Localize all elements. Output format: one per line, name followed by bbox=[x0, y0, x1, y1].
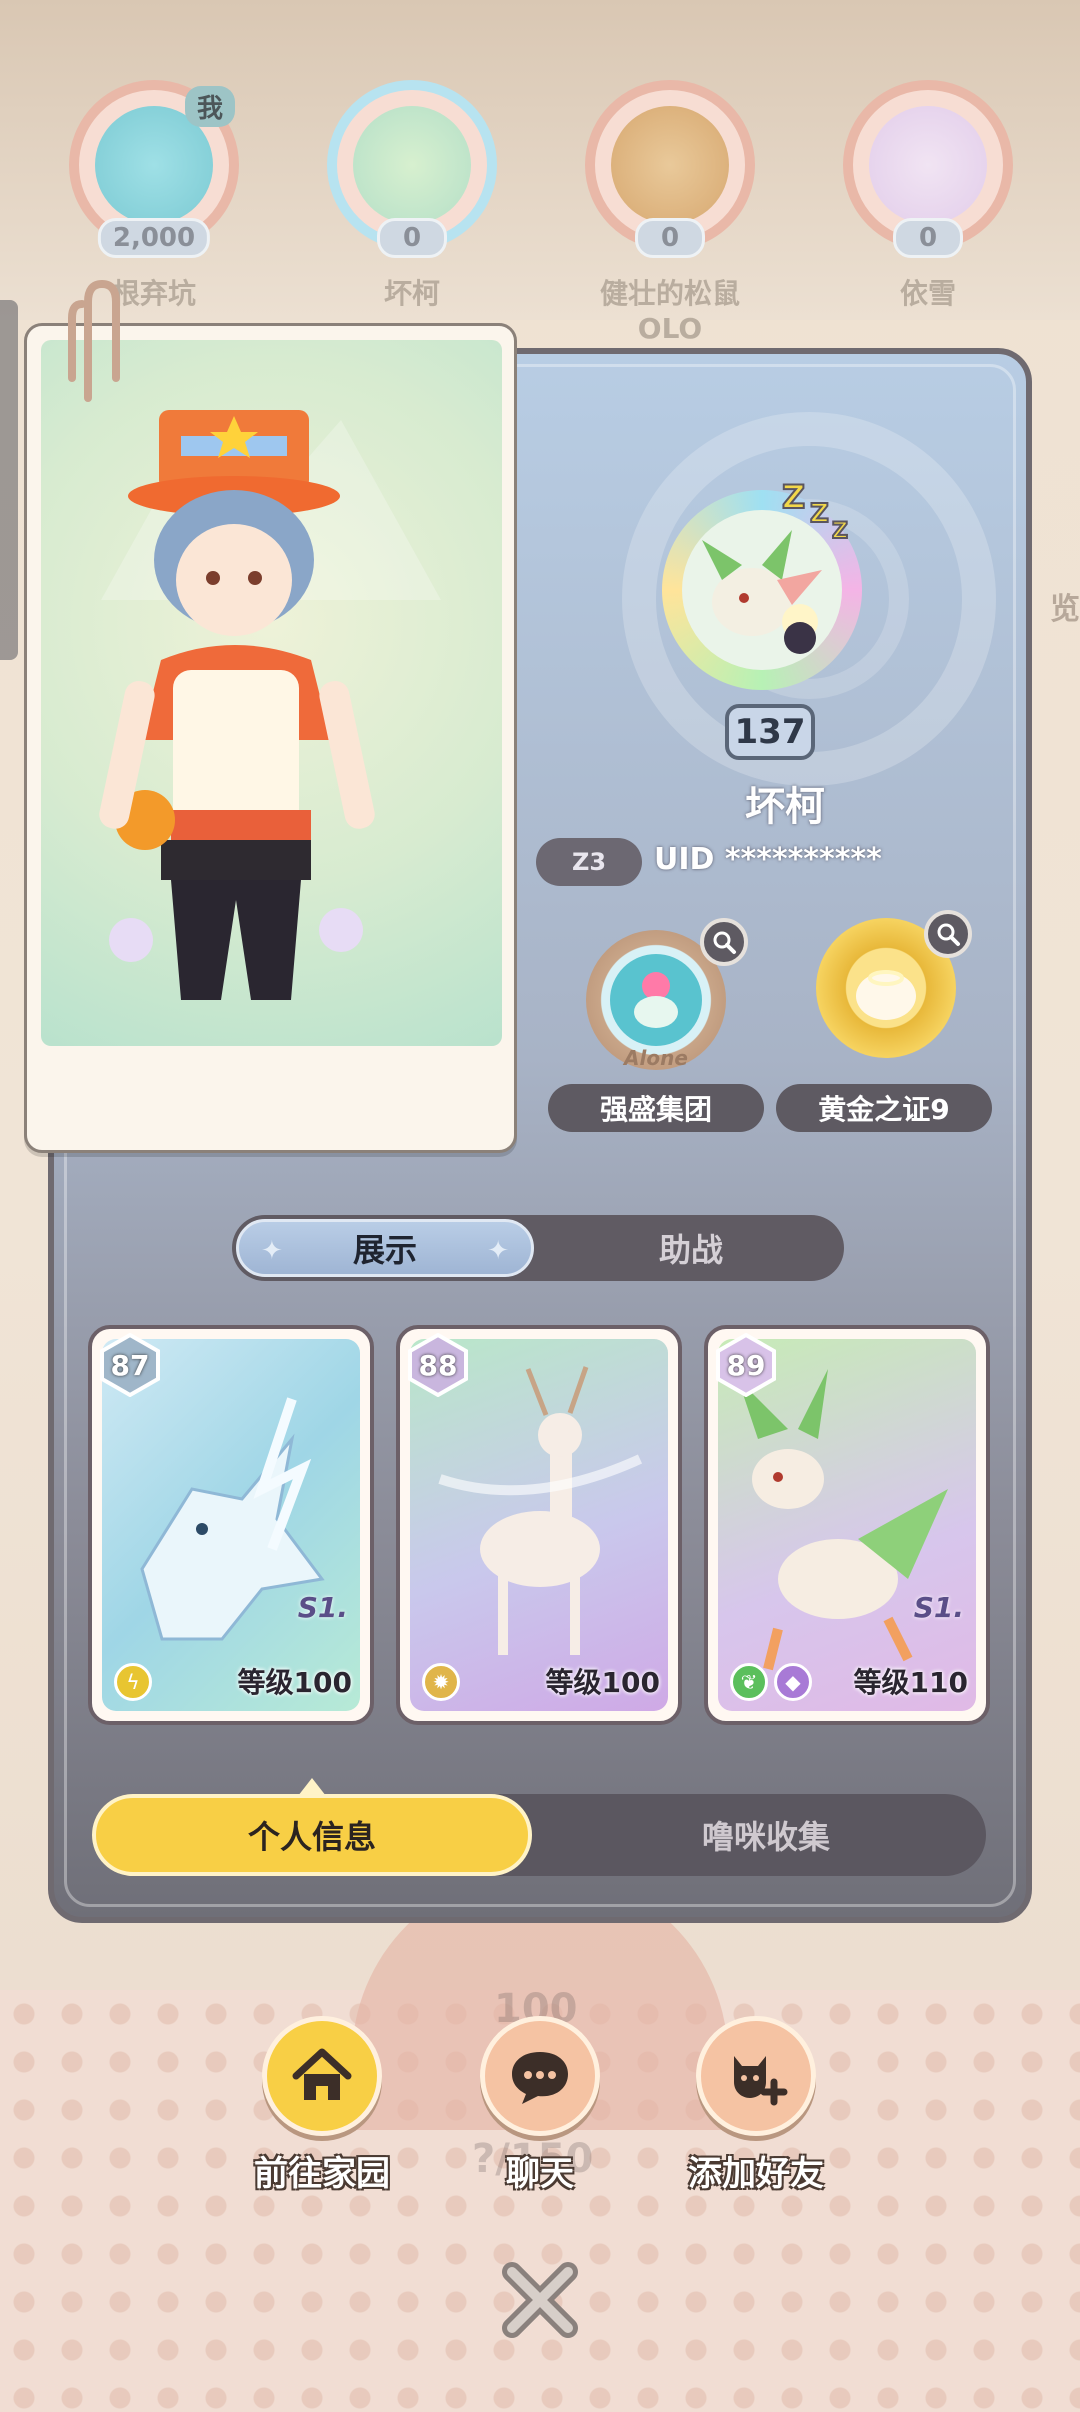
sparkle-icon: ✦ bbox=[487, 1236, 509, 1266]
chat-label: 聊天 bbox=[506, 2154, 574, 2194]
chat-action[interactable]: 聊天 bbox=[440, 2016, 640, 2195]
friend-avatar: 我 2,000 bbox=[69, 80, 239, 258]
team-emblem-ring-text: Alone bbox=[624, 1046, 688, 1070]
go-home-label: 前往家园 bbox=[254, 2154, 390, 2194]
pet-level-badge: 89 bbox=[714, 1333, 778, 1397]
tab-display[interactable]: ✦ 展示 ✦ bbox=[236, 1219, 534, 1277]
player-name: 坏柯 bbox=[745, 784, 825, 830]
player-uid[interactable]: UID ********** bbox=[654, 842, 882, 877]
side-hint-text: 览 bbox=[1050, 592, 1080, 627]
go-home-action[interactable]: 前往家园 bbox=[222, 2016, 422, 2195]
side-drawer-edge bbox=[0, 300, 18, 660]
add-friend-label: 添加好友 bbox=[688, 2154, 824, 2194]
friend-name: 依雪 bbox=[899, 277, 956, 310]
home-icon bbox=[292, 2048, 352, 2100]
friend-avatar: 0 bbox=[843, 80, 1013, 258]
friend-avatar: 0 bbox=[327, 80, 497, 258]
me-badge: 我 bbox=[184, 86, 235, 127]
pet-level-label: 等级100 bbox=[237, 1666, 352, 1699]
pet-card[interactable]: 88 ✹ 等级100 bbox=[396, 1325, 682, 1725]
svg-text:Z: Z bbox=[810, 499, 829, 529]
tab-personal-info[interactable]: 个人信息 bbox=[92, 1794, 532, 1876]
friend-score: 0 bbox=[635, 218, 705, 258]
sparkle-icon: ✦ bbox=[261, 1236, 283, 1266]
friend-slot[interactable]: 0 依雪 bbox=[838, 80, 1018, 312]
friend-avatar: 0 bbox=[585, 80, 755, 258]
badge-magnify-icon[interactable] bbox=[924, 910, 972, 958]
tab-display-label: 展示 bbox=[352, 1231, 417, 1269]
pet-level-label: 等级100 bbox=[545, 1666, 660, 1699]
team-name-label: 强盛集团 bbox=[548, 1084, 764, 1132]
pet-level-badge: 87 bbox=[98, 1333, 162, 1397]
badge-name-label: 黄金之证9 bbox=[776, 1084, 992, 1132]
grass-element-icon: ❦ bbox=[730, 1663, 768, 1701]
friend-name: 坏柯 bbox=[383, 277, 440, 310]
friend-score: 2,000 bbox=[97, 218, 211, 258]
sleeping-zzz-icon: Z Z Z bbox=[781, 477, 849, 544]
character-portrait bbox=[41, 340, 502, 1046]
pet-grade: S1. bbox=[913, 1591, 964, 1624]
pet-card[interactable]: 89 S1. ❦ ◆ 等级110 bbox=[704, 1325, 990, 1725]
electric-element-icon: ϟ bbox=[114, 1663, 152, 1701]
fairy-element-icon: ◆ bbox=[774, 1663, 812, 1701]
server-tag: Z3 bbox=[536, 838, 642, 886]
add-friend-icon bbox=[734, 2056, 788, 2106]
info-collection-toggle: 个人信息 噜咪收集 bbox=[92, 1794, 986, 1876]
chat-button[interactable] bbox=[480, 2016, 600, 2136]
svg-text:Z: Z bbox=[782, 478, 805, 516]
svg-text:Z: Z bbox=[832, 519, 848, 544]
pet-grade: S1. bbox=[297, 1591, 348, 1624]
light-element-icon: ✹ bbox=[422, 1663, 460, 1701]
tab-assist[interactable]: 助战 bbox=[538, 1215, 844, 1281]
friend-score: 0 bbox=[377, 218, 447, 258]
close-icon[interactable] bbox=[496, 2256, 584, 2344]
pet-level-label: 等级110 bbox=[853, 1666, 968, 1699]
pet-card[interactable]: 87 S1. ϟ 等级100 bbox=[88, 1325, 374, 1725]
character-photo-card[interactable] bbox=[24, 323, 517, 1153]
friend-slot[interactable]: 0 健壮的松鼠OLO bbox=[580, 80, 760, 345]
player-level-badge: 137 bbox=[725, 704, 815, 760]
friend-name: 健壮的松鼠OLO bbox=[599, 277, 740, 345]
pet-level-badge: 88 bbox=[406, 1333, 470, 1397]
chat-bubble-icon bbox=[512, 2052, 568, 2104]
team-magnify-icon[interactable] bbox=[700, 918, 748, 966]
add-friend-button[interactable] bbox=[696, 2016, 816, 2136]
friend-score: 0 bbox=[893, 218, 963, 258]
friend-strip: 我 2,000 根弃坑 0 坏柯 0 健壮的松鼠OLO 0 依雪 bbox=[0, 0, 1080, 345]
display-assist-toggle: ✦ 展示 ✦ 助战 bbox=[232, 1215, 844, 1281]
add-friend-action[interactable]: 添加好友 bbox=[656, 2016, 856, 2195]
tab-lumi-collection[interactable]: 噜咪收集 bbox=[546, 1794, 986, 1876]
friend-slot[interactable]: 0 坏柯 bbox=[322, 80, 502, 312]
paperclip-icon bbox=[68, 279, 120, 402]
home-button[interactable] bbox=[262, 2016, 382, 2136]
